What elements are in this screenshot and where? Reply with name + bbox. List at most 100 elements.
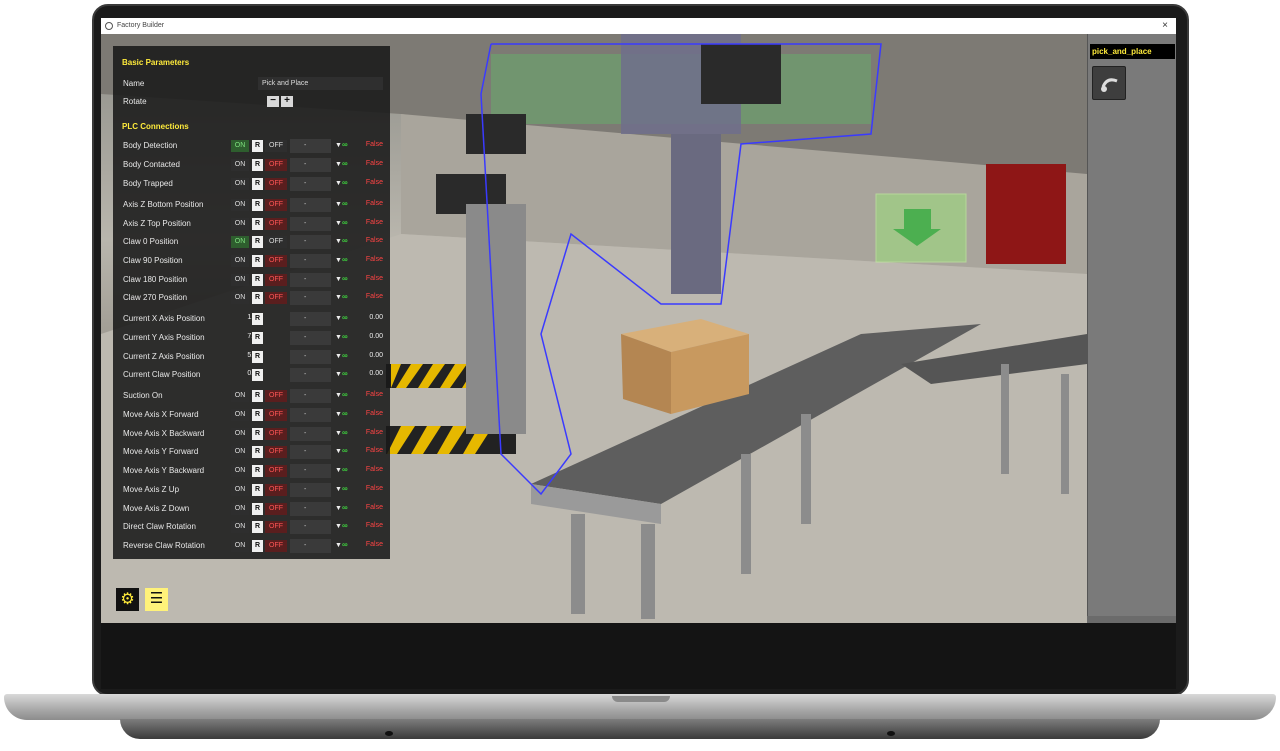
link-icon[interactable]: ∞ [342,292,348,301]
close-icon[interactable]: × [1162,18,1168,34]
on-toggle[interactable]: ON [231,428,249,440]
link-icon[interactable]: ∞ [342,332,348,341]
off-toggle[interactable]: OFF [265,140,287,152]
link-icon[interactable]: ∞ [342,274,348,283]
reset-button[interactable]: R [252,332,263,344]
address-select[interactable]: - ▼ [290,539,342,553]
link-icon[interactable]: ∞ [342,484,348,493]
name-input[interactable]: Pick and Place [258,77,383,90]
link-icon[interactable]: ∞ [342,369,348,378]
on-toggle[interactable]: ON [231,274,249,286]
reset-button[interactable]: R [252,199,263,211]
off-toggle[interactable]: OFF [265,274,287,286]
off-toggle[interactable]: OFF [265,218,287,230]
address-select[interactable]: - ▼ [290,408,342,422]
address-select[interactable]: - ▼ [290,445,342,459]
on-toggle[interactable]: ON [231,446,249,458]
reset-button[interactable]: R [252,313,263,325]
link-icon[interactable]: ∞ [342,140,348,149]
address-select[interactable]: - ▼ [290,139,342,153]
on-toggle[interactable]: ON [231,159,249,171]
link-icon[interactable]: ∞ [342,540,348,549]
address-select[interactable]: - ▼ [290,254,342,268]
reset-button[interactable]: R [252,218,263,230]
rotate-plus-button[interactable]: + [281,96,293,107]
reset-button[interactable]: R [252,274,263,286]
link-icon[interactable]: ∞ [342,236,348,245]
address-select[interactable]: - ▼ [290,389,342,403]
reset-button[interactable]: R [252,409,263,421]
on-toggle[interactable]: ON [231,255,249,267]
off-toggle[interactable]: OFF [265,178,287,190]
off-toggle[interactable]: OFF [265,540,287,552]
reset-button[interactable]: R [252,351,263,363]
settings-button[interactable]: ⚙ [116,588,139,611]
address-select[interactable]: - ▼ [290,520,342,534]
pick-and-place-thumbnail[interactable] [1092,66,1126,100]
off-toggle[interactable]: OFF [265,521,287,533]
link-icon[interactable]: ∞ [342,178,348,187]
link-icon[interactable]: ∞ [342,521,348,530]
off-toggle[interactable]: OFF [265,465,287,477]
on-toggle[interactable]: ON [231,292,249,304]
address-select[interactable]: - ▼ [290,368,342,382]
reset-button[interactable]: R [252,390,263,402]
reset-button[interactable]: R [252,521,263,533]
address-select[interactable]: - ▼ [290,464,342,478]
address-select[interactable]: - ▼ [290,483,342,497]
on-toggle[interactable]: ON [231,521,249,533]
rotate-minus-button[interactable]: − [267,96,279,107]
reset-button[interactable]: R [252,484,263,496]
link-icon[interactable]: ∞ [342,313,348,322]
on-toggle[interactable]: ON [231,199,249,211]
off-toggle[interactable]: OFF [265,446,287,458]
address-select[interactable]: - ▼ [290,198,342,212]
off-toggle[interactable]: OFF [265,390,287,402]
reset-button[interactable]: R [252,178,263,190]
link-icon[interactable]: ∞ [342,446,348,455]
address-select[interactable]: - ▼ [290,158,342,172]
reset-button[interactable]: R [252,255,263,267]
off-toggle[interactable]: OFF [265,428,287,440]
on-toggle[interactable]: ON [231,409,249,421]
on-toggle[interactable]: ON [231,390,249,402]
link-icon[interactable]: ∞ [342,218,348,227]
reset-button[interactable]: R [252,465,263,477]
link-icon[interactable]: ∞ [342,255,348,264]
menu-button[interactable]: ☰ [145,588,168,611]
on-toggle[interactable]: ON [231,503,249,515]
address-select[interactable]: - ▼ [290,177,342,191]
link-icon[interactable]: ∞ [342,390,348,399]
off-toggle[interactable]: OFF [265,159,287,171]
address-select[interactable]: - ▼ [290,502,342,516]
on-toggle[interactable]: ON [231,484,249,496]
off-toggle[interactable]: OFF [265,292,287,304]
on-toggle[interactable]: ON [231,218,249,230]
off-toggle[interactable]: OFF [265,409,287,421]
reset-button[interactable]: R [252,236,263,248]
address-select[interactable]: - ▼ [290,273,342,287]
off-toggle[interactable]: OFF [265,503,287,515]
link-icon[interactable]: ∞ [342,351,348,360]
address-select[interactable]: - ▼ [290,291,342,305]
address-select[interactable]: - ▼ [290,235,342,249]
reset-button[interactable]: R [252,369,263,381]
reset-button[interactable]: R [252,540,263,552]
reset-button[interactable]: R [252,140,263,152]
address-select[interactable]: - ▼ [290,331,342,345]
off-toggle[interactable]: OFF [265,255,287,267]
off-toggle[interactable]: OFF [265,484,287,496]
address-select[interactable]: - ▼ [290,312,342,326]
on-toggle[interactable]: ON [231,178,249,190]
reset-button[interactable]: R [252,503,263,515]
link-icon[interactable]: ∞ [342,428,348,437]
on-toggle[interactable]: ON [231,465,249,477]
reset-button[interactable]: R [252,159,263,171]
address-select[interactable]: - ▼ [290,350,342,364]
link-icon[interactable]: ∞ [342,503,348,512]
on-toggle[interactable]: ON [231,140,249,152]
reset-button[interactable]: R [252,292,263,304]
address-select[interactable]: - ▼ [290,217,342,231]
address-select[interactable]: - ▼ [290,427,342,441]
reset-button[interactable]: R [252,428,263,440]
